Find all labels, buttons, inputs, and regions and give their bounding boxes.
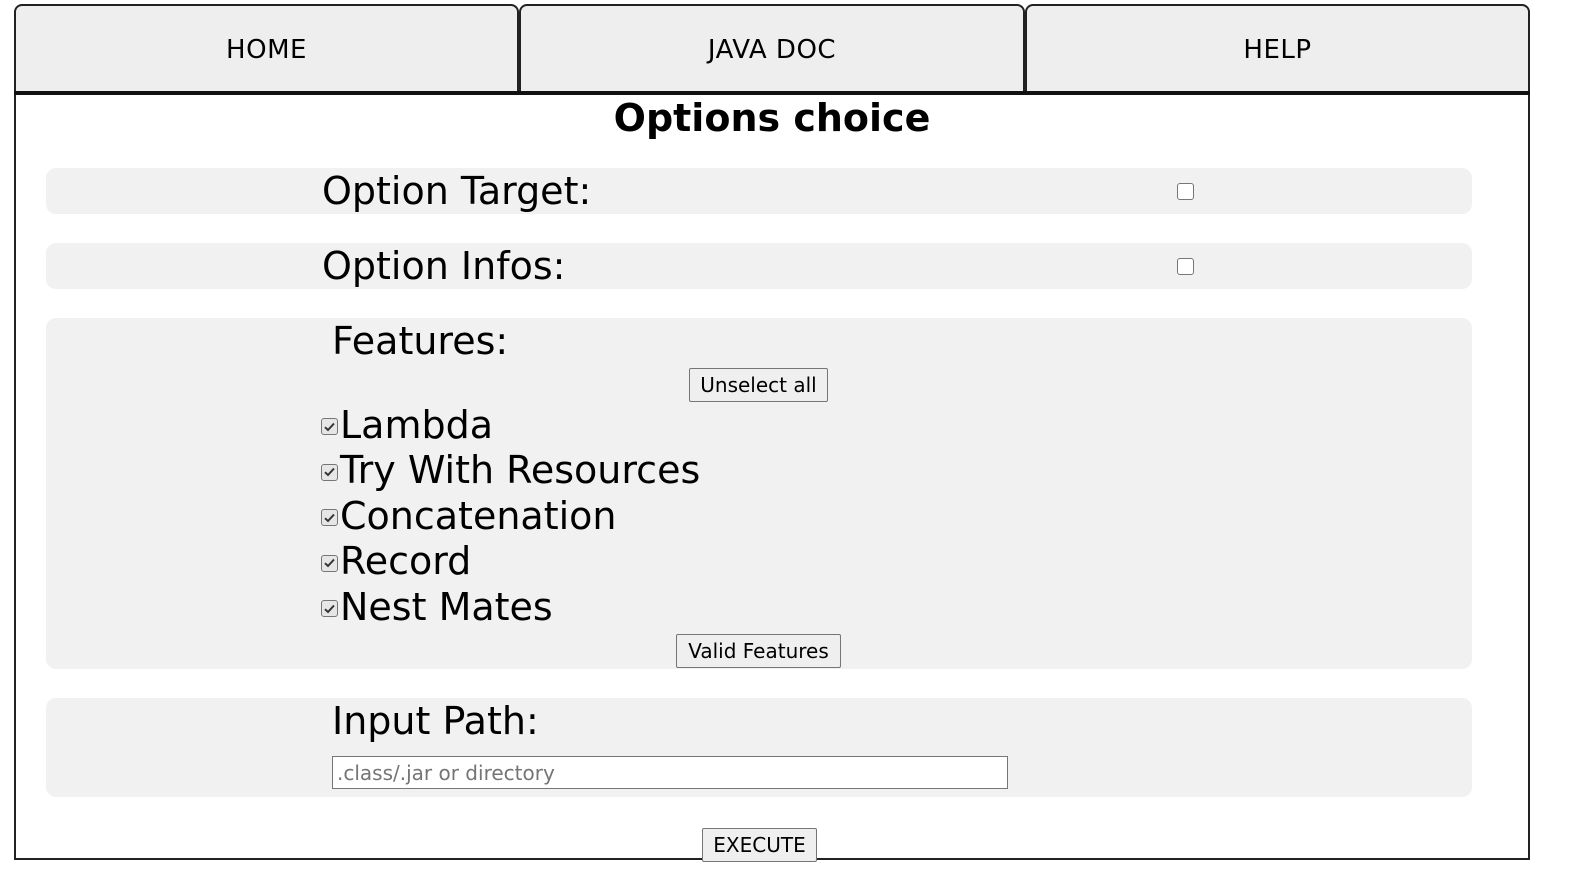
feature-label: Concatenation — [340, 493, 617, 538]
unselect-all-button[interactable]: Unselect all — [689, 368, 828, 402]
valid-features-button[interactable]: Valid Features — [676, 634, 841, 668]
input-path-field[interactable] — [332, 756, 1008, 789]
feature-label: Record — [340, 539, 472, 584]
feature-label: Nest Mates — [340, 584, 553, 629]
execute-button[interactable]: EXECUTE — [702, 828, 817, 862]
option-infos-checkbox[interactable] — [1177, 258, 1194, 275]
feature-checkbox[interactable] — [321, 463, 338, 481]
input-path-label: Input Path: — [332, 699, 539, 743]
feature-checkbox[interactable] — [321, 554, 338, 572]
option-target-label: Option Target: — [322, 169, 592, 213]
feature-checkbox[interactable] — [321, 600, 338, 618]
feature-item-concatenation[interactable]: Concatenation — [321, 493, 700, 539]
checkmark-icon — [324, 422, 335, 432]
tab-help[interactable]: HELP — [1025, 4, 1530, 94]
feature-item-nest-mates[interactable]: Nest Mates — [321, 584, 700, 630]
tab-home[interactable]: HOME — [14, 4, 519, 94]
option-target-checkbox[interactable] — [1177, 183, 1194, 200]
feature-item-try-with-resources[interactable]: Try With Resources — [321, 448, 700, 494]
page-title: Options choice — [613, 96, 931, 140]
tab-java-doc[interactable]: JAVA DOC — [519, 4, 1025, 94]
checkmark-icon — [324, 604, 335, 614]
feature-label: Try With Resources — [340, 448, 701, 493]
feature-item-record[interactable]: Record — [321, 539, 700, 585]
checkmark-icon — [324, 513, 335, 523]
option-infos-label: Option Infos: — [322, 244, 566, 288]
feature-item-lambda[interactable]: Lambda — [321, 402, 700, 448]
feature-checkbox[interactable] — [321, 418, 338, 436]
option-infos-row: Option Infos: — [46, 243, 1472, 289]
checkmark-icon — [324, 559, 335, 568]
checkmark-icon — [324, 468, 335, 477]
features-label: Features: — [332, 319, 509, 363]
features-panel: Features: Unselect all Lambda Try With R… — [46, 318, 1472, 669]
input-path-panel: Input Path: — [46, 698, 1472, 797]
feature-list: Lambda Try With Resources Concatenation … — [321, 402, 700, 630]
option-target-row: Option Target: — [46, 168, 1472, 214]
options-form: Options choice Option Target: Option Inf… — [14, 95, 1530, 862]
feature-checkbox[interactable] — [321, 509, 338, 527]
feature-label: Lambda — [340, 402, 494, 447]
tab-bar: HOME JAVA DOC HELP — [14, 4, 1530, 96]
